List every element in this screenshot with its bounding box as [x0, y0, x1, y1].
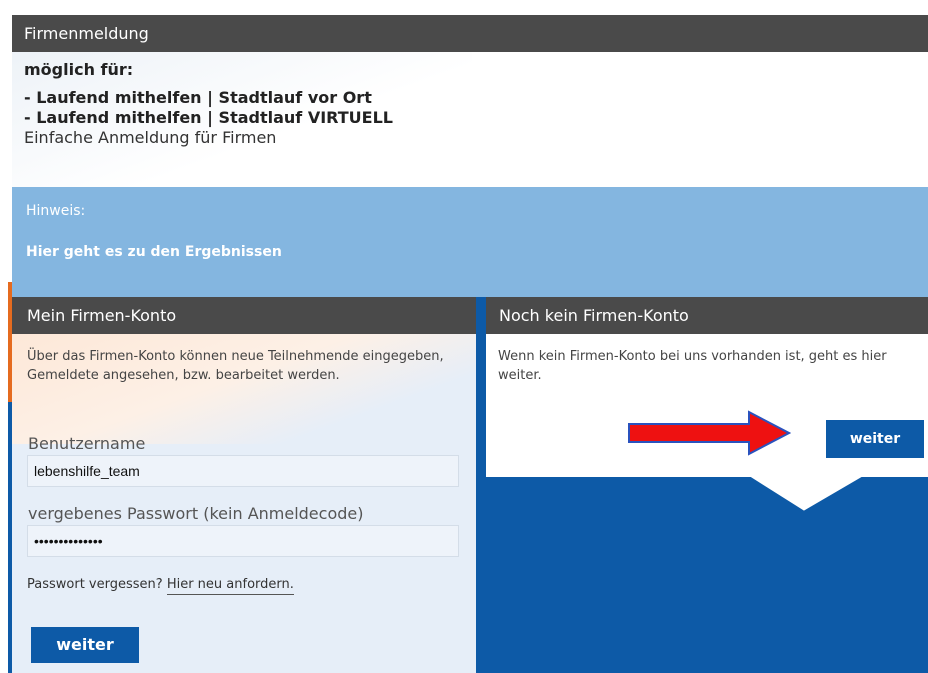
- background-decoration: [485, 477, 928, 511]
- firmenmeldung-body: möglich für: - Laufend mithelfen | Stadt…: [12, 52, 928, 148]
- forgot-password: Passwort vergessen? Hier neu anfordern.: [27, 577, 294, 595]
- login-description: Über das Firmen-Konto können neue Teilne…: [27, 349, 444, 383]
- arrow-right-annotation-icon: [628, 410, 791, 456]
- firmenmeldung-panel: Firmenmeldung möglich für: - Laufend mit…: [12, 15, 928, 187]
- register-description: Wenn kein Firmen-Konto bei uns vorhanden…: [498, 349, 887, 383]
- login-panel: Mein Firmen-Konto Über das Firmen-Konto …: [12, 297, 476, 673]
- login-submit-button[interactable]: weiter: [31, 627, 139, 663]
- username-input[interactable]: lebenshilfe_team: [27, 455, 459, 487]
- hinweis-label: Hinweis:: [26, 203, 86, 219]
- password-label: vergebenes Passwort (kein Anmeldecode): [28, 504, 364, 523]
- event-item-vor-ort: - Laufend mithelfen | Stadtlauf vor Ort: [24, 88, 372, 107]
- event-item-virtuell: - Laufend mithelfen | Stadtlauf VIRTUELL: [24, 108, 393, 127]
- login-panel-title: Mein Firmen-Konto: [12, 297, 476, 334]
- possible-for-label: möglich für:: [24, 60, 134, 79]
- firmenmeldung-description: Einfache Anmeldung für Firmen: [24, 128, 277, 147]
- forgot-password-text: Passwort vergessen?: [27, 577, 163, 592]
- firmenmeldung-title: Firmenmeldung: [12, 15, 928, 52]
- register-continue-button[interactable]: weiter: [826, 420, 924, 458]
- results-link[interactable]: Hier geht es zu den Ergebnissen: [26, 244, 282, 260]
- password-input[interactable]: ••••••••••••••: [27, 525, 459, 557]
- hinweis-banner: Hinweis: Hier geht es zu den Ergebnissen: [12, 187, 928, 297]
- request-new-password-link[interactable]: Hier neu anfordern.: [166, 577, 294, 595]
- username-label: Benutzername: [28, 434, 146, 453]
- register-panel-title: Noch kein Firmen-Konto: [486, 297, 928, 334]
